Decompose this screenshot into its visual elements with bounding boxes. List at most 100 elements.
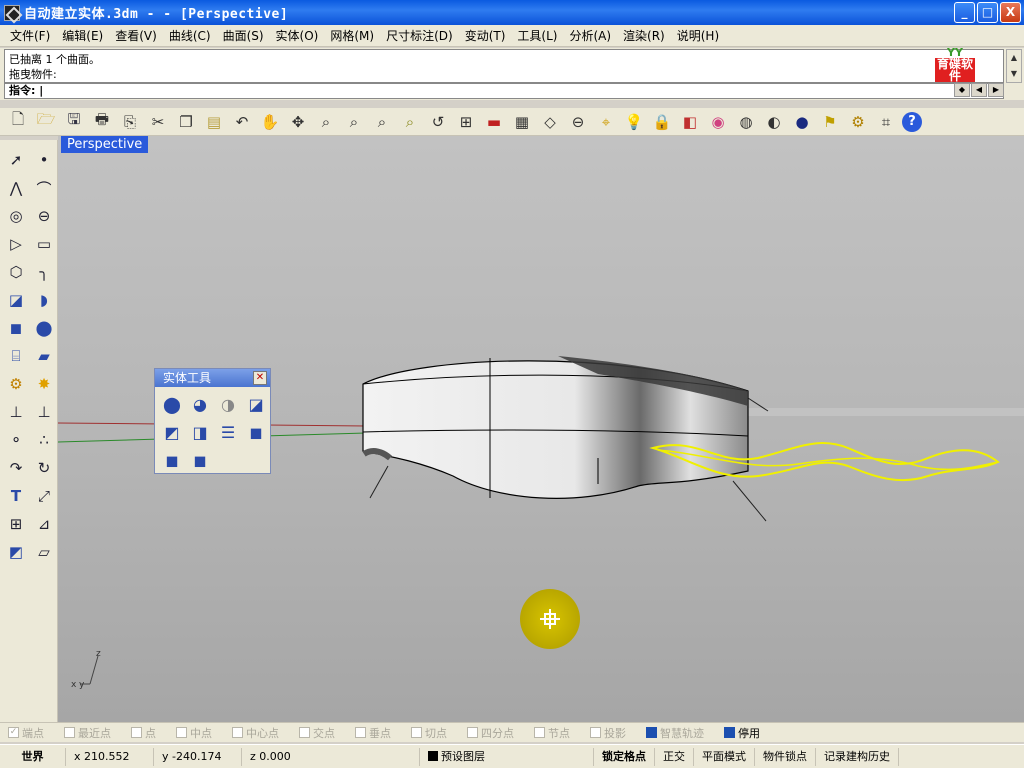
ortho-toggle[interactable]: 正交 <box>655 747 694 766</box>
dimension-tool-icon[interactable]: ⊿ <box>32 512 56 536</box>
lamp-icon[interactable]: ⚑ <box>818 110 842 134</box>
import-icon[interactable]: ⎘ <box>118 110 142 134</box>
shell-solid-icon[interactable]: ◼ <box>187 447 213 473</box>
osnap-checkbox[interactable] <box>131 727 142 738</box>
cplane-origin-icon[interactable]: ⌖ <box>594 110 618 134</box>
save-icon[interactable]: 🖫 <box>62 110 86 134</box>
cplane-indicator[interactable]: 世界 <box>0 747 66 766</box>
osnap-checkbox[interactable] <box>534 727 545 738</box>
fillet-curve-icon[interactable]: ╮ <box>32 260 56 284</box>
menu-render[interactable]: 渲染(R) <box>617 27 671 44</box>
extract-surface-icon[interactable]: ◨ <box>187 419 213 445</box>
cylinder-icon[interactable]: ⌸ <box>4 344 28 368</box>
solid-tools-panel[interactable]: 实体工具 ✕ ⬤ ◕ ◑ ◪ ◩ ◨ ☰ ◼ ◼ ◼ <box>154 368 271 474</box>
boolean-split-icon[interactable]: ◪ <box>243 391 269 417</box>
osnap-checkbox[interactable] <box>176 727 187 738</box>
osnap-tangent[interactable]: 切点 <box>411 725 447 741</box>
open-folder-icon[interactable]: 🗁 <box>34 110 58 134</box>
menu-help[interactable]: 说明(H) <box>671 27 725 44</box>
boolean-union-icon[interactable]: ⬤ <box>159 391 185 417</box>
render-sphere-icon[interactable]: ◐ <box>762 110 786 134</box>
viewport-title-tab[interactable]: Perspective <box>61 136 149 153</box>
trim-icon[interactable]: ⊥ <box>32 400 56 424</box>
menu-curve[interactable]: 曲线(C) <box>163 27 217 44</box>
text-object-icon[interactable]: T <box>4 484 28 508</box>
grid-snap-toggle[interactable]: 锁定格点 <box>594 747 655 766</box>
print-icon[interactable]: 🖶 <box>90 110 114 134</box>
panel-close-icon[interactable]: ✕ <box>253 371 267 385</box>
osnap-smarttrack[interactable]: 智慧轨迹 <box>646 725 704 741</box>
pan-hand-icon[interactable]: ✋ <box>258 110 282 134</box>
fillet-edges-icon[interactable]: ◼ <box>243 419 269 445</box>
menu-surface[interactable]: 曲面(S) <box>217 27 270 44</box>
group-icon[interactable]: ⚬ <box>4 428 28 452</box>
osnap-checkbox[interactable]: ✓ <box>8 727 19 738</box>
circle-icon[interactable]: ◎ <box>4 204 28 228</box>
close-button[interactable]: X <box>1000 2 1021 23</box>
osnap-knot[interactable]: 节点 <box>534 725 570 741</box>
scroll-down-icon[interactable]: ▼ <box>1007 66 1021 82</box>
osnap-near[interactable]: 最近点 <box>64 725 111 741</box>
array-icon[interactable]: ∴ <box>32 428 56 452</box>
zoom-window-icon[interactable]: ⌕ <box>342 110 366 134</box>
copy-icon[interactable]: ❐ <box>174 110 198 134</box>
color-wheel-icon[interactable]: ◉ <box>706 110 730 134</box>
paste-icon[interactable]: ▤ <box>202 110 226 134</box>
scroll-up-icon[interactable]: ▲ <box>1007 50 1021 66</box>
layer-indicator[interactable]: 预设图层 <box>420 747 594 766</box>
cut-icon[interactable]: ✂ <box>146 110 170 134</box>
osnap-project[interactable]: 投影 <box>590 725 626 741</box>
history-toggle[interactable]: 记录建构历史 <box>816 747 899 766</box>
planar-toggle[interactable]: 平面模式 <box>694 747 755 766</box>
osnap-point[interactable]: 点 <box>131 725 156 741</box>
shaded-sphere-icon[interactable]: ● <box>790 110 814 134</box>
explode-icon[interactable]: ✸ <box>32 372 56 396</box>
rotate3d-icon[interactable]: ↻ <box>32 456 56 480</box>
new-file-icon[interactable]: 🗋 <box>6 110 30 134</box>
history-scrollbar[interactable]: ▲ ▼ <box>1006 49 1022 83</box>
menu-file[interactable]: 文件(F) <box>4 27 56 44</box>
help-icon[interactable]: ? <box>902 111 922 132</box>
maximize-button[interactable]: □ <box>977 2 998 23</box>
cap-holes-icon[interactable]: ◩ <box>159 419 185 445</box>
osnap-checkbox[interactable] <box>646 727 657 738</box>
menu-analyze[interactable]: 分析(A) <box>563 27 617 44</box>
lock-icon[interactable]: 🔒 <box>650 110 674 134</box>
zoom-selected-icon[interactable]: ⌕ <box>398 110 422 134</box>
menu-view[interactable]: 查看(V) <box>109 27 163 44</box>
wireframe-sphere-icon[interactable]: ◍ <box>734 110 758 134</box>
box-icon[interactable]: ◼ <box>4 316 28 340</box>
curve-icon[interactable]: ⌒ <box>32 176 56 200</box>
car-icon[interactable]: ▬ <box>482 110 506 134</box>
snap-point-icon[interactable]: ⊖ <box>566 110 590 134</box>
rectangle-icon[interactable]: ▭ <box>32 232 56 256</box>
menu-mesh[interactable]: 网格(M) <box>324 27 380 44</box>
rotate-icon[interactable]: ↷ <box>4 456 28 480</box>
menu-dimension[interactable]: 尺寸标注(D) <box>380 27 459 44</box>
rhino-app-icon[interactable] <box>4 4 20 21</box>
osnap-toggle[interactable]: 物件锁点 <box>755 747 816 766</box>
offset-solid-icon[interactable]: ☰ <box>215 419 241 445</box>
ellipse-icon[interactable]: ⊖ <box>32 204 56 228</box>
panel-header[interactable]: 实体工具 ✕ <box>155 369 270 387</box>
sphere-union-icon[interactable]: ⬤ <box>32 316 56 340</box>
osnap-mid[interactable]: 中点 <box>176 725 212 741</box>
ruler-icon[interactable]: ▱ <box>32 540 56 564</box>
four-viewports-icon[interactable]: ⊞ <box>454 110 478 134</box>
command-prompt-input[interactable]: 指令: | <box>4 83 1004 99</box>
undo-icon[interactable]: ↶ <box>230 110 254 134</box>
osnap-checkbox[interactable] <box>355 727 366 738</box>
arc-icon[interactable]: ▷ <box>4 232 28 256</box>
boolean-intersection-icon[interactable]: ◑ <box>215 391 241 417</box>
osnap-quadrant[interactable]: 四分点 <box>467 725 514 741</box>
render-box-icon[interactable]: ◩ <box>4 540 28 564</box>
mesh-plane-icon[interactable]: ▰ <box>32 344 56 368</box>
spin-updown-icon[interactable]: ◆ <box>954 83 970 97</box>
split-icon[interactable]: ⊥ <box>4 400 28 424</box>
menu-edit[interactable]: 编辑(E) <box>56 27 109 44</box>
osnap-checkbox[interactable] <box>299 727 310 738</box>
polyline-icon[interactable]: ⋀ <box>4 176 28 200</box>
menu-solid[interactable]: 实体(O) <box>270 27 325 44</box>
grid-icon[interactable]: ▦ <box>510 110 534 134</box>
osnap-center[interactable]: 中心点 <box>232 725 279 741</box>
